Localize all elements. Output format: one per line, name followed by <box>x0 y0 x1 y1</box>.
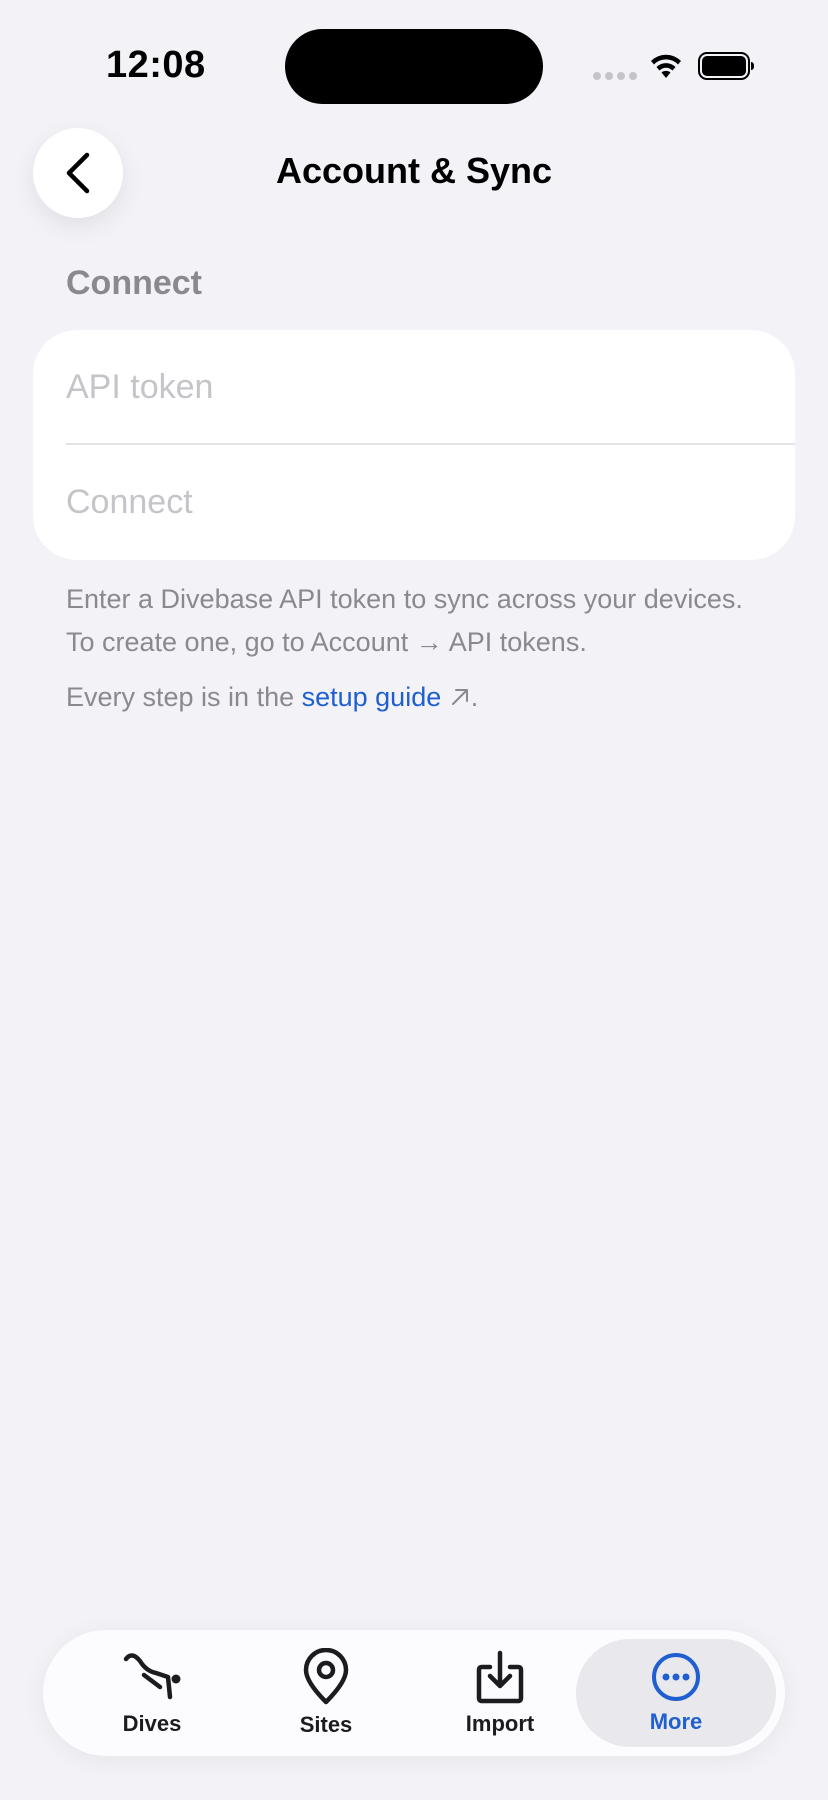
page-title: Account & Sync <box>275 150 553 191</box>
battery-icon <box>698 52 754 80</box>
import-icon <box>476 1650 524 1704</box>
api-token-input[interactable] <box>66 352 762 422</box>
tab-dives[interactable]: Dives <box>67 1630 237 1756</box>
tab-sites[interactable]: Sites <box>241 1630 411 1756</box>
tab-import[interactable]: Import <box>415 1630 585 1756</box>
description-text: Enter a Divebase API token to sync acros… <box>66 584 743 657</box>
cellular-signal-icon <box>593 72 637 80</box>
tab-label: More <box>649 1709 703 1734</box>
location-pin-icon <box>303 1648 349 1705</box>
guide-suffix: . <box>470 682 479 712</box>
guide-text: Every step is in the setup guide . <box>66 676 766 719</box>
more-icon <box>652 1653 700 1701</box>
tab-label: Sites <box>299 1712 353 1737</box>
section-header: Connect <box>66 264 202 302</box>
connect-card: Connect <box>33 330 795 560</box>
status-bar: 12:08 <box>0 0 828 120</box>
connect-button-label: Connect <box>66 482 193 521</box>
dynamic-island <box>285 29 543 104</box>
diver-icon <box>123 1653 181 1700</box>
connect-button[interactable]: Connect <box>66 462 762 542</box>
status-time: 12:08 <box>106 44 206 86</box>
tab-more[interactable]: More <box>576 1639 776 1747</box>
external-link-icon <box>451 689 468 705</box>
divider <box>66 443 795 445</box>
tab-bar: Dives Sites Import More <box>43 1630 785 1756</box>
setup-guide-link[interactable]: setup guide <box>302 682 471 712</box>
tab-label: Import <box>465 1711 535 1736</box>
guide-prefix: Every step is in the <box>66 682 302 712</box>
wifi-icon <box>651 54 681 78</box>
tab-label: Dives <box>122 1711 182 1736</box>
